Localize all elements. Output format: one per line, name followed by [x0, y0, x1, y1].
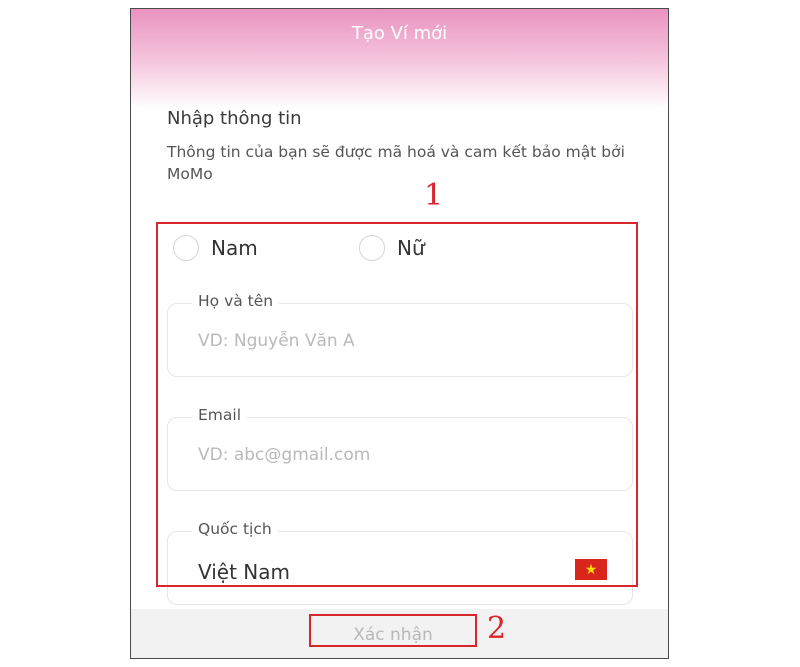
annotation-number-2: 2 — [487, 611, 507, 646]
section-title: Nhập thông tin — [167, 108, 302, 129]
header-bar: Tạo Ví mới — [131, 9, 668, 109]
annotation-box-form — [156, 222, 638, 587]
section-description: Thông tin của bạn sẽ được mã hoá và cam … — [167, 143, 625, 183]
annotation-number-1: 1 — [424, 178, 444, 213]
page-title: Tạo Ví mới — [351, 23, 448, 44]
annotation-box-button — [309, 614, 477, 647]
